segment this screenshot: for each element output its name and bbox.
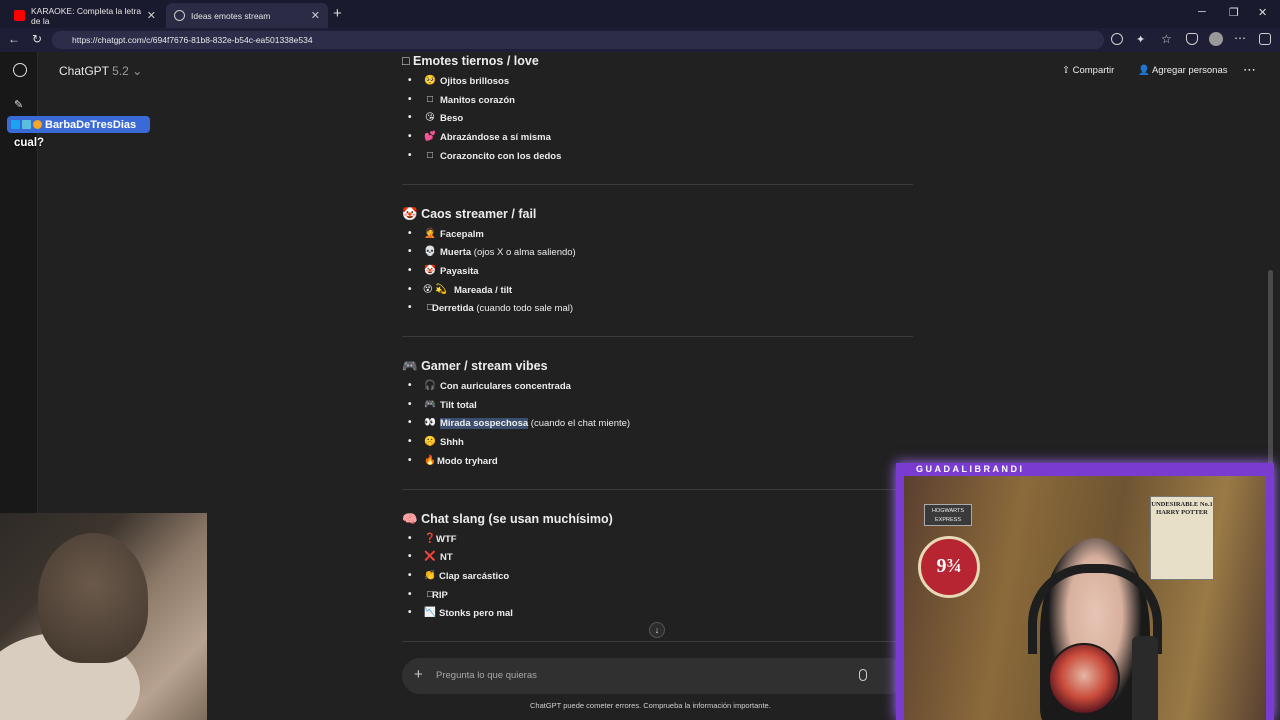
chat-message: cual? bbox=[14, 137, 45, 149]
emoji-icon: 💀 bbox=[424, 246, 436, 257]
new-tab-button[interactable]: + bbox=[333, 5, 342, 22]
url-field[interactable]: https://chatgpt.com/c/694f7676-81b8-832e… bbox=[52, 31, 1104, 49]
share-button[interactable]: ⇪ Compartir bbox=[1062, 65, 1114, 76]
add-people-label: Agregar personas bbox=[1151, 65, 1228, 76]
gift-badge-icon bbox=[33, 120, 42, 129]
divider bbox=[402, 641, 913, 642]
model-selector[interactable]: ChatGPT 5.2 ⌄ bbox=[59, 64, 142, 78]
emoji-icon: 📉 bbox=[424, 607, 436, 618]
emoji-icon: 👏 bbox=[424, 570, 436, 581]
section-icon: 🧠 bbox=[402, 512, 418, 526]
emoji-icon: 🎮 bbox=[424, 399, 436, 410]
avatar-overlay bbox=[1048, 643, 1120, 715]
model-name: ChatGPT bbox=[59, 64, 109, 78]
twitter-badge-icon bbox=[11, 120, 20, 129]
divider bbox=[402, 489, 913, 490]
wanted-poster: UNDESIRABLE No.1 HARRY POTTER bbox=[1150, 496, 1214, 580]
emoji-icon: 💕 bbox=[424, 131, 436, 142]
emoji-icon: 🤦 bbox=[424, 228, 436, 239]
chat-username-badge: BarbaDeTresDias bbox=[7, 116, 150, 133]
shield-icon[interactable] bbox=[1186, 33, 1198, 45]
add-people-button[interactable]: 👤 Agregar personas bbox=[1138, 65, 1228, 76]
close-icon[interactable]: ✕ bbox=[147, 9, 156, 22]
attach-icon[interactable]: + bbox=[414, 666, 423, 683]
chatgpt-icon bbox=[174, 10, 185, 21]
sidebar-toggle-icon[interactable] bbox=[1259, 33, 1271, 45]
tab-title: KARAOKE: Completa la letra de la bbox=[31, 5, 142, 26]
emoji-icon: □ bbox=[427, 94, 433, 105]
emoji-icon: 🎧 bbox=[424, 380, 436, 391]
emoji-icon: □ bbox=[427, 150, 433, 161]
openai-logo-icon[interactable] bbox=[13, 63, 27, 77]
section-title: 🎮 Gamer / stream vibes bbox=[402, 359, 548, 373]
maximize-button[interactable]: ❐ bbox=[1229, 6, 1239, 19]
emoji-icon: 🔥 bbox=[424, 455, 436, 466]
share-label: Compartir bbox=[1072, 65, 1115, 76]
subscriber-badge-icon bbox=[22, 120, 31, 129]
section-title: 🧠 Chat slang (se usan muchísimo) bbox=[402, 512, 613, 526]
tab-ideas-emotes[interactable]: Ideas emotes stream ✕ bbox=[166, 3, 328, 28]
section-title: □ Emotes tiernos / love bbox=[402, 54, 539, 68]
reload-button[interactable]: ↻ bbox=[32, 32, 42, 46]
otter bbox=[38, 533, 148, 663]
puzzle-icon[interactable]: ✦ bbox=[1136, 33, 1145, 46]
profile-avatar[interactable] bbox=[1209, 32, 1223, 46]
arrow-down-icon: ↓ bbox=[654, 625, 660, 635]
favorites-icon[interactable]: ☆ bbox=[1161, 32, 1172, 46]
more-icon[interactable]: ⋯ bbox=[1234, 31, 1246, 45]
section-title: 🤡 Caos streamer / fail bbox=[402, 207, 537, 221]
sync-icon[interactable] bbox=[1111, 33, 1123, 45]
section-icon: 🎮 bbox=[402, 359, 418, 373]
microphone-icon[interactable] bbox=[859, 669, 867, 681]
otter-video-overlay bbox=[0, 513, 207, 720]
add-person-icon: 👤 bbox=[1138, 65, 1150, 76]
hogwarts-sign: HOGWARTS EXPRESS bbox=[924, 504, 972, 526]
chat-username: BarbaDeTresDias bbox=[45, 118, 137, 131]
emoji-icon: 🥺 bbox=[424, 75, 436, 86]
new-chat-icon[interactable]: ✎ bbox=[14, 98, 23, 111]
composer[interactable]: + Pregunta lo que quieras bbox=[402, 658, 907, 694]
options-icon[interactable]: ⋯ bbox=[1243, 62, 1256, 78]
selected-text: Mirada sospechosa bbox=[440, 418, 529, 429]
tab-karaoke[interactable]: KARAOKE: Completa la letra de la ✕ bbox=[6, 3, 164, 28]
section-icon: 🤡 bbox=[402, 207, 418, 221]
disclaimer-text: ChatGPT puede cometer errores. Comprueba… bbox=[530, 701, 771, 710]
emoji-icon: ❌ bbox=[424, 551, 436, 562]
back-button[interactable]: ← bbox=[8, 32, 20, 46]
streamer-name: GUADALIBRANDI bbox=[916, 464, 1025, 474]
minimize-button[interactable]: ─ bbox=[1198, 6, 1206, 18]
model-version: 5.2 bbox=[112, 64, 129, 78]
close-icon[interactable]: ✕ bbox=[311, 9, 320, 22]
url-text: https://chatgpt.com/c/694f7676-81b8-832e… bbox=[72, 35, 313, 45]
emoji-icon: 😵 💫 bbox=[422, 284, 448, 295]
emoji-icon: 😘 bbox=[425, 112, 435, 123]
section-icon: □ bbox=[402, 54, 410, 68]
composer-placeholder: Pregunta lo que quieras bbox=[436, 670, 537, 681]
tab-title: Ideas emotes stream bbox=[191, 10, 271, 21]
emoji-icon: 👀 bbox=[424, 417, 436, 428]
scroll-down-button[interactable]: ↓ bbox=[649, 622, 665, 638]
emoji-icon: 🤫 bbox=[424, 436, 436, 447]
close-window-button[interactable]: ✕ bbox=[1258, 6, 1267, 19]
share-icon: ⇪ bbox=[1062, 65, 1070, 76]
emoji-icon: ❓ bbox=[424, 533, 436, 544]
youtube-icon bbox=[14, 10, 25, 21]
platform-sign: 9¾ bbox=[918, 536, 980, 598]
microphone bbox=[1132, 636, 1158, 720]
divider bbox=[402, 336, 913, 337]
divider bbox=[402, 184, 913, 185]
chevron-down-icon: ⌄ bbox=[132, 64, 143, 78]
emoji-icon: 🤡 bbox=[424, 265, 436, 276]
